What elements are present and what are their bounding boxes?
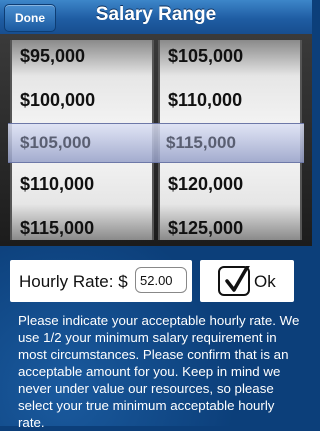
selected-max-salary: $115,000 — [166, 133, 236, 152]
picker-selection-bar: $105,000 $115,000 — [8, 123, 304, 163]
wheel-item[interactable]: $115,000 — [20, 218, 94, 239]
wheel-item[interactable]: $100,000 — [20, 90, 95, 111]
wheel-item[interactable]: $110,000 — [168, 90, 242, 111]
wheel-item[interactable]: $110,000 — [20, 174, 94, 195]
wheel-item[interactable]: $125,000 — [168, 218, 243, 239]
wheel-item[interactable]: $95,000 — [20, 46, 85, 67]
wheel-item[interactable]: $105,000 — [168, 46, 243, 67]
ok-label: Ok — [254, 272, 276, 291]
ok-checkbox[interactable] — [218, 266, 250, 296]
selected-min-salary: $105,000 — [20, 133, 91, 152]
info-text: Please indicate your acceptable hourly r… — [18, 313, 300, 430]
hourly-rate-input[interactable] — [135, 267, 187, 293]
navigation-bar: Done Salary Range — [0, 0, 312, 35]
wheel-item[interactable]: $120,000 — [168, 174, 243, 195]
hourly-rate-panel: Hourly Rate: $ — [10, 260, 192, 302]
page-title: Salary Range — [95, 4, 217, 25]
hourly-rate-label: Hourly Rate: $ — [19, 272, 128, 291]
checkmark-icon — [225, 266, 250, 292]
ok-panel: Ok — [200, 260, 294, 302]
